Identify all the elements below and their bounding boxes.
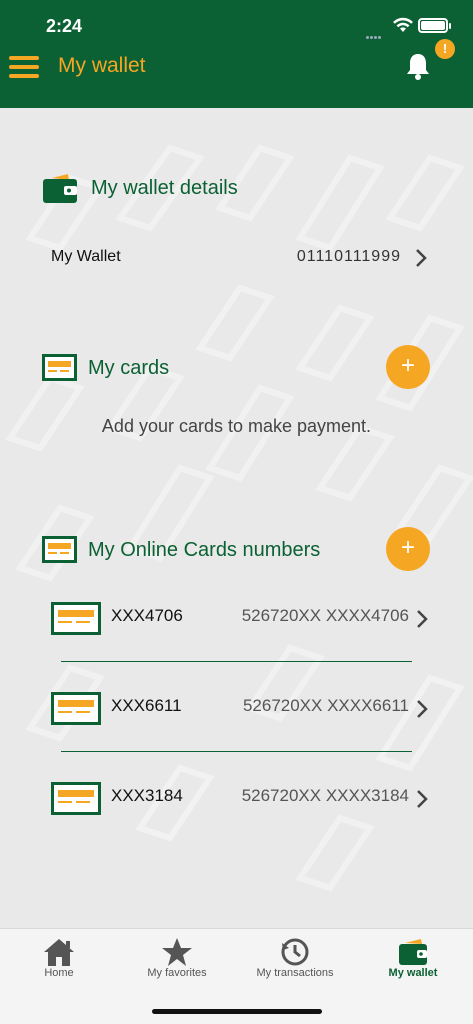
nav-favorites-label: My favorites bbox=[147, 967, 207, 979]
nav-home-label: Home bbox=[44, 967, 74, 979]
card-row[interactable]: XXX3184 526720XX XXXX3184 bbox=[0, 768, 473, 828]
card-name: XXX4706 bbox=[111, 606, 183, 625]
divider bbox=[61, 751, 412, 752]
status-time: 2:24 bbox=[46, 16, 83, 36]
wallet-number: 01110111999 bbox=[296, 248, 401, 265]
wallet-icon bbox=[399, 939, 427, 965]
star-icon bbox=[162, 938, 192, 966]
chevron-right-icon bbox=[416, 249, 427, 267]
card-name: XXX3184 bbox=[111, 786, 183, 805]
wallet-icon bbox=[43, 174, 77, 203]
add-card-button[interactable]: + bbox=[386, 345, 430, 389]
card-icon bbox=[51, 692, 101, 725]
wallet-details-title: My wallet details bbox=[91, 177, 238, 199]
bell-icon[interactable] bbox=[402, 50, 434, 82]
home-indicator bbox=[152, 1009, 322, 1014]
wallet-label: My Wallet bbox=[51, 248, 121, 265]
divider bbox=[61, 661, 412, 662]
chevron-right-icon bbox=[417, 700, 428, 718]
card-name: XXX6611 bbox=[111, 696, 182, 715]
chevron-right-icon bbox=[417, 790, 428, 808]
card-row[interactable]: XXX4706 526720XX XXXX4706 bbox=[0, 588, 473, 648]
signal-icon bbox=[366, 26, 386, 39]
wifi-icon bbox=[393, 17, 413, 32]
app-header: 2:24 My wallet ! bbox=[0, 0, 473, 108]
my-cards-title: My cards bbox=[88, 357, 170, 379]
add-online-card-button[interactable]: + bbox=[386, 527, 430, 571]
card-icon bbox=[42, 536, 77, 563]
card-icon bbox=[51, 602, 101, 635]
nav-home[interactable]: Home bbox=[0, 929, 118, 989]
card-icon bbox=[42, 354, 77, 381]
wallet-row[interactable]: My Wallet 01110111999 bbox=[0, 238, 473, 278]
card-number: 526720XX XXXX6611 bbox=[242, 696, 409, 715]
home-icon bbox=[44, 939, 74, 966]
notification-badge: ! bbox=[435, 39, 455, 59]
nav-wallet[interactable]: My wallet bbox=[354, 929, 472, 989]
online-cards-title: My Online Cards numbers bbox=[88, 539, 321, 561]
empty-cards-message: Add your cards to make payment. bbox=[101, 416, 372, 436]
card-number: 526720XX XXXX4706 bbox=[241, 606, 409, 625]
chevron-right-icon bbox=[417, 610, 428, 628]
nav-wallet-label: My wallet bbox=[388, 967, 438, 979]
card-row[interactable]: XXX6611 526720XX XXXX6611 bbox=[0, 678, 473, 738]
battery-icon bbox=[418, 18, 451, 33]
menu-icon[interactable] bbox=[9, 56, 39, 78]
nav-transactions[interactable]: My transactions bbox=[236, 929, 354, 989]
nav-transactions-label: My transactions bbox=[256, 967, 334, 979]
card-number: 526720XX XXXX3184 bbox=[241, 786, 409, 805]
card-icon bbox=[51, 782, 101, 815]
page-title: My wallet bbox=[58, 54, 146, 77]
nav-favorites[interactable]: My favorites bbox=[118, 929, 236, 989]
history-icon bbox=[281, 938, 309, 966]
